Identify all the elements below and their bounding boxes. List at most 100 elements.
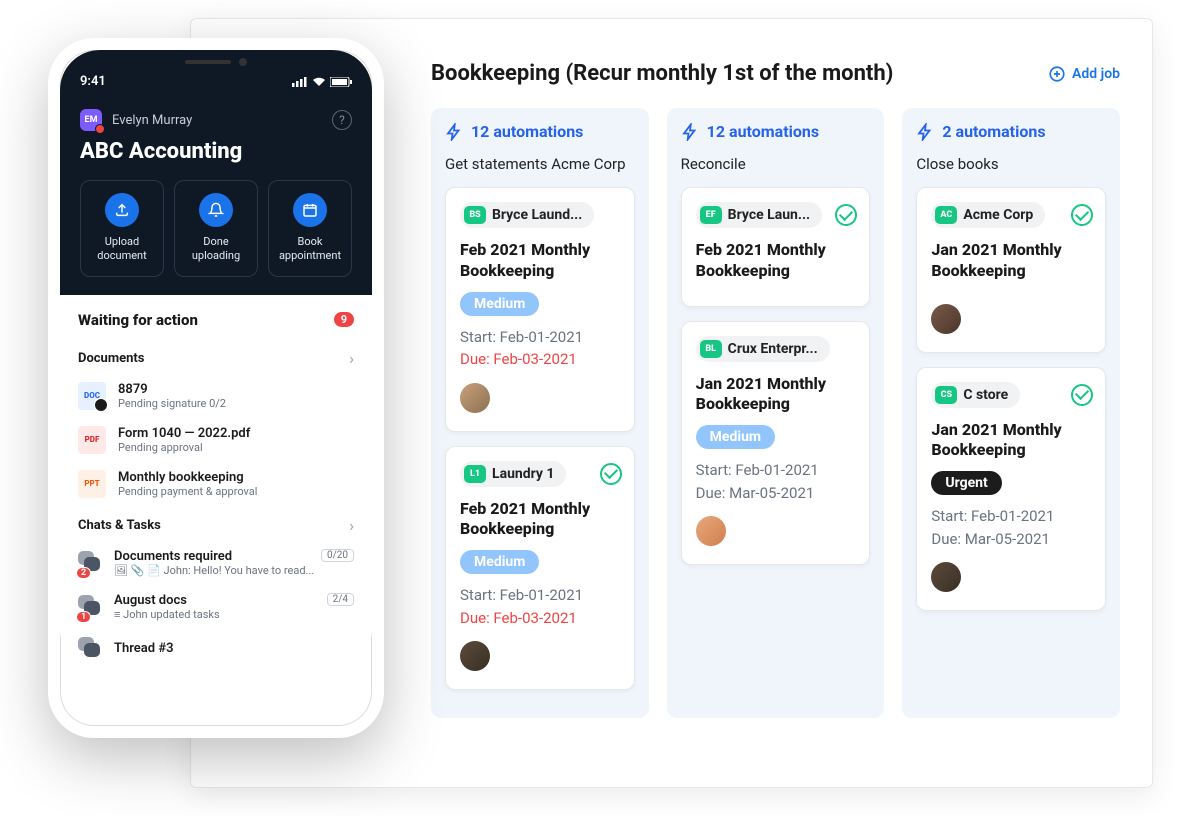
assignee-avatar[interactable] bbox=[931, 562, 961, 592]
help-icon[interactable]: ? bbox=[332, 110, 352, 130]
start-date: Start: Feb-01-2021 bbox=[931, 505, 1091, 528]
add-job-label: Add job bbox=[1072, 66, 1120, 82]
doc-name: Monthly bookkeeping bbox=[118, 470, 257, 485]
phone-mock: 9:41 EM Evelyn Murray ? ABC Accounting U… bbox=[48, 38, 384, 738]
document-item[interactable]: DOC 8879 Pending signature 0/2 bbox=[60, 374, 372, 418]
chats-title: Chats & Tasks bbox=[78, 518, 161, 533]
check-circle-icon bbox=[1071, 384, 1093, 406]
kanban-column: 12 automations Get statements Acme Corp … bbox=[431, 108, 649, 718]
assignee-avatar[interactable] bbox=[460, 641, 490, 671]
unread-badge: 2 bbox=[76, 567, 91, 579]
action-button[interactable]: Book appointment bbox=[268, 180, 352, 277]
column-header[interactable]: 12 automations bbox=[445, 122, 635, 141]
document-item[interactable]: PDF Form 1040 — 2022.pdf Pending approva… bbox=[60, 418, 372, 462]
client-tag[interactable]: AC Acme Corp bbox=[931, 202, 1045, 228]
job-card[interactable]: BL Crux Enterpr... Jan 2021 Monthly Book… bbox=[681, 321, 871, 566]
chats-header[interactable]: Chats & Tasks › bbox=[60, 506, 372, 541]
due-date: Due: Feb-03-2021 bbox=[460, 348, 620, 371]
status-bar: 9:41 bbox=[80, 74, 352, 89]
chat-icon: 1 bbox=[78, 595, 102, 619]
card-title: Feb 2021 Monthly Bookkeeping bbox=[460, 240, 620, 282]
doc-status: Pending approval bbox=[118, 441, 250, 454]
action-button[interactable]: Done uploading bbox=[174, 180, 258, 277]
automation-count: 12 automations bbox=[471, 122, 583, 141]
action-button[interactable]: Upload document bbox=[80, 180, 164, 277]
card-meta: Start: Feb-01-2021Due: Feb-03-2021 bbox=[460, 326, 620, 371]
client-name: Bryce Laun... bbox=[728, 207, 810, 223]
phone-notch bbox=[141, 50, 291, 74]
priority-badge: Medium bbox=[696, 425, 775, 449]
doc-name: 8879 bbox=[118, 382, 226, 397]
file-icon: PPT bbox=[78, 470, 106, 498]
job-card[interactable]: CS C store Jan 2021 Monthly BookkeepingU… bbox=[916, 367, 1106, 612]
panel-header: Bookkeeping (Recur monthly 1st of the mo… bbox=[431, 61, 1120, 86]
due-date: Due: Mar-05-2021 bbox=[931, 528, 1091, 551]
documents-header[interactable]: Documents › bbox=[60, 339, 372, 374]
check-circle-icon bbox=[1071, 204, 1093, 226]
client-tag[interactable]: BL Crux Enterpr... bbox=[696, 336, 830, 362]
client-tag[interactable]: CS C store bbox=[931, 382, 1020, 408]
card-top: BS Bryce Laund... bbox=[460, 202, 620, 228]
card-title: Jan 2021 Monthly Bookkeeping bbox=[931, 420, 1091, 462]
priority-badge: Medium bbox=[460, 550, 539, 574]
phone-dark-section: 9:41 EM Evelyn Murray ? ABC Accounting U… bbox=[60, 50, 372, 295]
kanban-board: 12 automations Get statements Acme Corp … bbox=[431, 108, 1120, 718]
job-card[interactable]: AC Acme Corp Jan 2021 Monthly Bookkeepin… bbox=[916, 187, 1106, 353]
doc-status: Pending signature 0/2 bbox=[118, 397, 226, 410]
priority-badge: Medium bbox=[460, 292, 539, 316]
card-top: BL Crux Enterpr... bbox=[696, 336, 856, 362]
file-icon: DOC bbox=[78, 382, 106, 410]
column-header[interactable]: 12 automations bbox=[681, 122, 871, 141]
chat-item[interactable]: 1 August docs ≡ John updated tasks 2/4 bbox=[60, 585, 372, 629]
action-icon bbox=[199, 193, 233, 227]
card-title: Feb 2021 Monthly Bookkeeping bbox=[696, 240, 856, 282]
client-badge: AC bbox=[935, 206, 957, 224]
bolt-icon bbox=[681, 123, 699, 141]
doc-status: Pending payment & approval bbox=[118, 485, 257, 498]
action-label: Done uploading bbox=[181, 235, 251, 264]
assignee-avatar[interactable] bbox=[696, 516, 726, 546]
column-header[interactable]: 2 automations bbox=[916, 122, 1106, 141]
job-card[interactable]: EF Bryce Laun... Feb 2021 Monthly Bookke… bbox=[681, 187, 871, 307]
client-name: Crux Enterpr... bbox=[728, 341, 818, 357]
client-tag[interactable]: L1 Laundry 1 bbox=[460, 461, 566, 487]
stage-name: Reconcile bbox=[681, 155, 871, 173]
card-title: Jan 2021 Monthly Bookkeeping bbox=[696, 374, 856, 416]
card-top: L1 Laundry 1 bbox=[460, 461, 620, 487]
user-name: Evelyn Murray bbox=[112, 113, 192, 128]
client-tag[interactable]: BS Bryce Laund... bbox=[460, 202, 594, 228]
chat-item[interactable]: Thread #3 bbox=[60, 629, 372, 669]
waiting-title: Waiting for action bbox=[78, 311, 198, 329]
automation-count: 12 automations bbox=[707, 122, 819, 141]
add-job-button[interactable]: Add job bbox=[1048, 65, 1120, 83]
user-avatar-badge: EM bbox=[80, 109, 102, 131]
assignee-avatar[interactable] bbox=[460, 383, 490, 413]
chat-title: August docs bbox=[114, 593, 354, 608]
task-chip: 2/4 bbox=[327, 593, 354, 606]
chat-title: Thread #3 bbox=[114, 641, 354, 656]
due-date: Due: Mar-05-2021 bbox=[696, 482, 856, 505]
task-chip: 0/20 bbox=[321, 549, 354, 562]
bolt-icon bbox=[916, 123, 934, 141]
user-row[interactable]: EM Evelyn Murray ? bbox=[80, 109, 352, 131]
client-badge: L1 bbox=[464, 465, 486, 483]
assignee-avatar[interactable] bbox=[931, 304, 961, 334]
action-icon bbox=[293, 193, 327, 227]
client-tag[interactable]: EF Bryce Laun... bbox=[696, 202, 822, 228]
stage-name: Get statements Acme Corp bbox=[445, 155, 635, 173]
due-date: Due: Feb-03-2021 bbox=[460, 607, 620, 630]
doc-name: Form 1040 — 2022.pdf bbox=[118, 426, 250, 441]
bolt-icon bbox=[445, 123, 463, 141]
card-meta: Start: Feb-01-2021Due: Mar-05-2021 bbox=[696, 459, 856, 504]
check-circle-icon bbox=[835, 204, 857, 226]
chat-item[interactable]: 2 Documents required 🖼 📎 📄 John: Hello! … bbox=[60, 541, 372, 585]
stage-name: Close books bbox=[916, 155, 1106, 173]
document-item[interactable]: PPT Monthly bookkeeping Pending payment … bbox=[60, 462, 372, 506]
client-badge: EF bbox=[700, 206, 722, 224]
job-card[interactable]: L1 Laundry 1 Feb 2021 Monthly Bookkeepin… bbox=[445, 446, 635, 691]
client-name: Laundry 1 bbox=[492, 466, 554, 482]
client-badge: CS bbox=[935, 386, 957, 404]
start-date: Start: Feb-01-2021 bbox=[460, 326, 620, 349]
job-card[interactable]: BS Bryce Laund... Feb 2021 Monthly Bookk… bbox=[445, 187, 635, 432]
client-name: Acme Corp bbox=[963, 207, 1033, 223]
